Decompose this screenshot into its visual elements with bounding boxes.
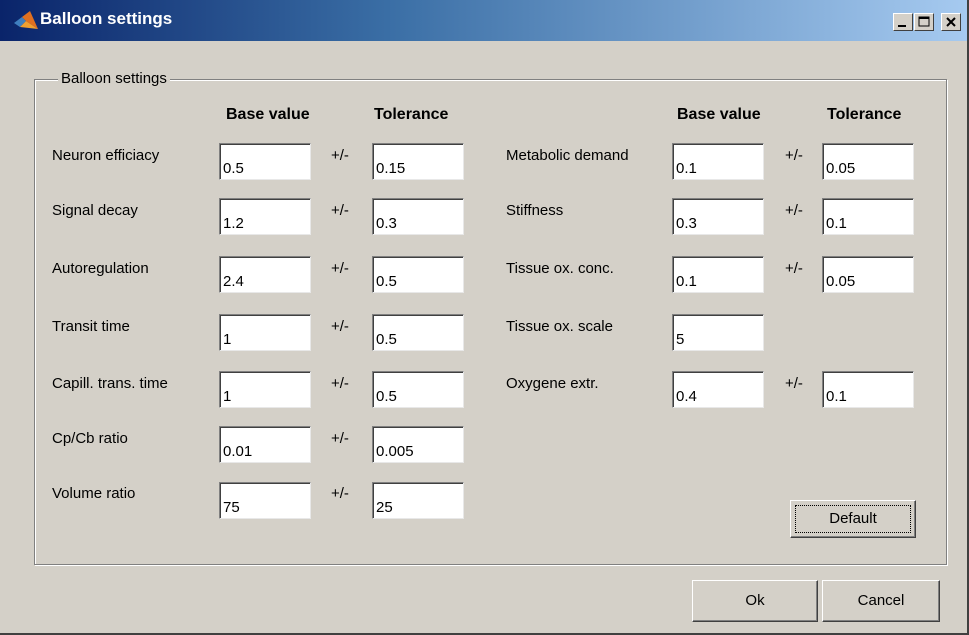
plus-minus-label: +/- [785,375,803,392]
oxygene-extr-tolerance-input[interactable]: 0.1 [822,371,914,408]
neuron-efficiacy-tolerance-input[interactable]: 0.15 [372,143,464,180]
focus-rectangle [795,505,911,533]
plus-minus-label: +/- [331,485,349,502]
maximize-button[interactable] [914,13,934,31]
cancel-button[interactable]: Cancel [822,580,940,622]
label-stiffness: Stiffness [506,202,564,219]
header-tolerance-left: Tolerance [374,106,449,123]
plus-minus-label: +/- [331,430,349,447]
tissue-ox-scale-base-input[interactable]: 5 [672,314,764,351]
matlab-icon [14,11,38,29]
cp-cb-ratio-tolerance-input[interactable]: 0.005 [372,426,464,463]
ok-button[interactable]: Ok [692,580,818,622]
group-title: Balloon settings [58,70,170,87]
default-button[interactable]: Default [790,500,916,538]
minimize-button[interactable] [893,13,913,31]
plus-minus-label: +/- [331,202,349,219]
settings-groupbox [34,79,947,565]
label-cp-cb-ratio: Cp/Cb ratio [52,430,128,447]
header-base-value-left: Base value [226,106,310,123]
metabolic-demand-tolerance-input[interactable]: 0.05 [822,143,914,180]
close-icon [946,17,956,27]
tissue-ox-conc-base-input[interactable]: 0.1 [672,256,764,293]
transit-time-tolerance-input[interactable]: 0.5 [372,314,464,351]
label-capill-trans-time: Capill. trans. time [52,375,168,392]
label-neuron-efficiacy: Neuron efficiacy [52,147,160,164]
minimize-icon [898,25,906,27]
label-autoregulation: Autoregulation [52,260,149,277]
autoregulation-tolerance-input[interactable]: 0.5 [372,256,464,293]
volume-ratio-tolerance-input[interactable]: 25 [372,482,464,519]
plus-minus-label: +/- [785,202,803,219]
volume-ratio-base-input[interactable]: 75 [219,482,311,519]
label-signal-decay: Signal decay [52,202,138,219]
autoregulation-base-input[interactable]: 2.4 [219,256,311,293]
stiffness-tolerance-input[interactable]: 0.1 [822,198,914,235]
oxygene-extr-base-input[interactable]: 0.4 [672,371,764,408]
header-tolerance-right: Tolerance [827,106,902,123]
plus-minus-label: +/- [785,260,803,277]
signal-decay-base-input[interactable]: 1.2 [219,198,311,235]
neuron-efficiacy-base-input[interactable]: 0.5 [219,143,311,180]
ok-button-label: Ok [745,592,765,609]
header-base-value-right: Base value [677,106,761,123]
capill-trans-time-base-input[interactable]: 1 [219,371,311,408]
window-title: Balloon settings [40,9,173,28]
transit-time-base-input[interactable]: 1 [219,314,311,351]
label-tissue-ox-conc: Tissue ox. conc. [506,260,614,277]
signal-decay-tolerance-input[interactable]: 0.3 [372,198,464,235]
plus-minus-label: +/- [785,147,803,164]
plus-minus-label: +/- [331,318,349,335]
cancel-button-label: Cancel [857,592,905,609]
plus-minus-label: +/- [331,260,349,277]
label-metabolic-demand: Metabolic demand [506,147,629,164]
plus-minus-label: +/- [331,375,349,392]
plus-minus-label: +/- [331,147,349,164]
cp-cb-ratio-base-input[interactable]: 0.01 [219,426,311,463]
tissue-ox-conc-tolerance-input[interactable]: 0.05 [822,256,914,293]
label-oxygene-extr: Oxygene extr. [506,375,599,392]
dialog-window: Balloon settings Balloon settings Base v… [0,0,969,635]
metabolic-demand-base-input[interactable]: 0.1 [672,143,764,180]
maximize-icon [918,16,930,27]
label-volume-ratio: Volume ratio [52,485,136,502]
stiffness-base-input[interactable]: 0.3 [672,198,764,235]
capill-trans-time-tolerance-input[interactable]: 0.5 [372,371,464,408]
label-tissue-ox-scale: Tissue ox. scale [506,318,613,335]
title-bar[interactable]: Balloon settings [0,0,967,41]
close-button[interactable] [941,13,961,31]
label-transit-time: Transit time [52,318,130,335]
